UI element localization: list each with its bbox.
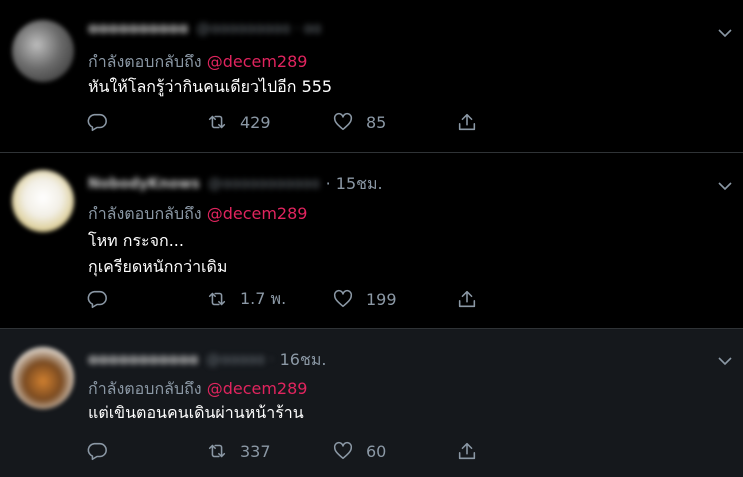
tweet-header: ɑɑɑɑɑɑɑɑɑɑɑ @ɑɑɑɑɑ · 16ชม. (88, 349, 326, 371)
chevron-down-icon[interactable] (717, 178, 733, 194)
tweet-text-line: โหท กระจก... (88, 231, 184, 250)
user-handle[interactable]: @ɑɑɑɑɑɑɑɑɑɑɑ (208, 176, 320, 192)
retweet-button[interactable]: 429 (206, 110, 271, 134)
reply-icon (87, 290, 107, 309)
replying-to: กำลังตอบกลับถึง @decem289 (88, 202, 307, 227)
retweet-icon (208, 444, 226, 458)
timestamp[interactable]: · 15ชม. (326, 172, 383, 197)
retweet-button[interactable]: 337 (206, 439, 271, 463)
reply-button[interactable] (86, 110, 120, 134)
retweet-count: 1.7 พ. (240, 288, 287, 308)
share-icon (458, 290, 476, 308)
replying-to: กำลังตอบกลับถึง @decem289 (88, 50, 307, 75)
reply-button[interactable] (86, 287, 120, 311)
tweet-actions: 337 60 (86, 439, 506, 463)
mention-link[interactable]: @decem289 (207, 379, 308, 398)
tweet-header: ɑɑɑɑɑɑɑɑɑɑ @ɑɑɑɑɑɑɑɑɑ · ɑɑ (88, 18, 327, 40)
replying-to: กำลังตอบกลับถึง @decem289 (88, 377, 307, 402)
tweet-text: หันให้โลกรู้ว่ากินคนเดียวไปอีก 555 (88, 74, 332, 100)
timestamp[interactable]: 16ชม. (280, 348, 327, 373)
tweet-1[interactable]: ɑɑɑɑɑɑɑɑɑɑ @ɑɑɑɑɑɑɑɑɑ · ɑɑ กำลังตอบกลับถ… (0, 0, 743, 153)
display-name[interactable]: ɑɑɑɑɑɑɑɑɑɑɑ (88, 352, 198, 368)
retweet-icon (208, 115, 226, 129)
replying-to-label: กำลังตอบกลับถึง (88, 204, 207, 223)
share-icon (458, 442, 476, 460)
tweet-text-line: แต่เขินตอนคนเดินผ่านหน้าร้าน (88, 403, 304, 422)
like-button[interactable]: 85 (332, 110, 386, 134)
like-count: 85 (366, 112, 387, 132)
reply-icon (87, 113, 107, 132)
like-button[interactable]: 199 (332, 287, 397, 311)
user-handle[interactable]: @ɑɑɑɑɑ · (206, 352, 273, 368)
retweet-count: 337 (240, 441, 271, 461)
replying-to-label: กำลังตอบกลับถึง (88, 379, 207, 398)
tweet-text: โหท กระจก... กุเครียดหนักกว่าเดิม (88, 228, 227, 280)
retweet-count: 429 (240, 112, 271, 132)
tweet-3[interactable]: ɑɑɑɑɑɑɑɑɑɑɑ @ɑɑɑɑɑ · 16ชม. กำลังตอบกลับถ… (0, 329, 743, 477)
share-button[interactable] (456, 287, 490, 311)
user-handle[interactable]: @ɑɑɑɑɑɑɑɑɑ · ɑɑ (196, 21, 321, 37)
tweet-text-line: หันให้โลกรู้ว่ากินคนเดียวไปอีก 555 (88, 77, 333, 96)
heart-icon (333, 112, 353, 131)
tweet-actions: 429 85 (86, 110, 506, 134)
retweet-button[interactable]: 1.7 พ. (206, 287, 286, 311)
replying-to-label: กำลังตอบกลับถึง (88, 52, 207, 71)
tweet-text-line: กุเครียดหนักกว่าเดิม (88, 257, 228, 276)
reply-button[interactable] (86, 439, 120, 463)
tweet-header: NobodyKnows @ɑɑɑɑɑɑɑɑɑɑɑ · 15ชม. (88, 173, 383, 195)
heart-icon (333, 441, 353, 460)
tweet-text: แต่เขินตอนคนเดินผ่านหน้าร้าน (88, 400, 304, 426)
like-count: 199 (366, 289, 397, 309)
display-name[interactable]: NobodyKnows (88, 176, 200, 192)
tweet-2[interactable]: NobodyKnows @ɑɑɑɑɑɑɑɑɑɑɑ · 15ชม. กำลังตอ… (0, 153, 743, 329)
share-button[interactable] (456, 439, 490, 463)
tweet-actions: 1.7 พ. 199 (86, 287, 506, 311)
mention-link[interactable]: @decem289 (207, 52, 308, 71)
chevron-down-icon[interactable] (717, 25, 733, 41)
share-icon (458, 113, 476, 131)
mention-link[interactable]: @decem289 (207, 204, 308, 223)
chevron-down-icon[interactable] (717, 353, 733, 369)
avatar[interactable] (12, 170, 74, 232)
share-button[interactable] (456, 110, 490, 134)
retweet-icon (208, 292, 226, 306)
like-button[interactable]: 60 (332, 439, 386, 463)
avatar[interactable] (12, 347, 74, 409)
avatar[interactable] (12, 20, 74, 82)
like-count: 60 (366, 441, 387, 461)
reply-icon (87, 442, 107, 461)
heart-icon (333, 289, 353, 308)
display-name[interactable]: ɑɑɑɑɑɑɑɑɑɑ (88, 21, 188, 37)
